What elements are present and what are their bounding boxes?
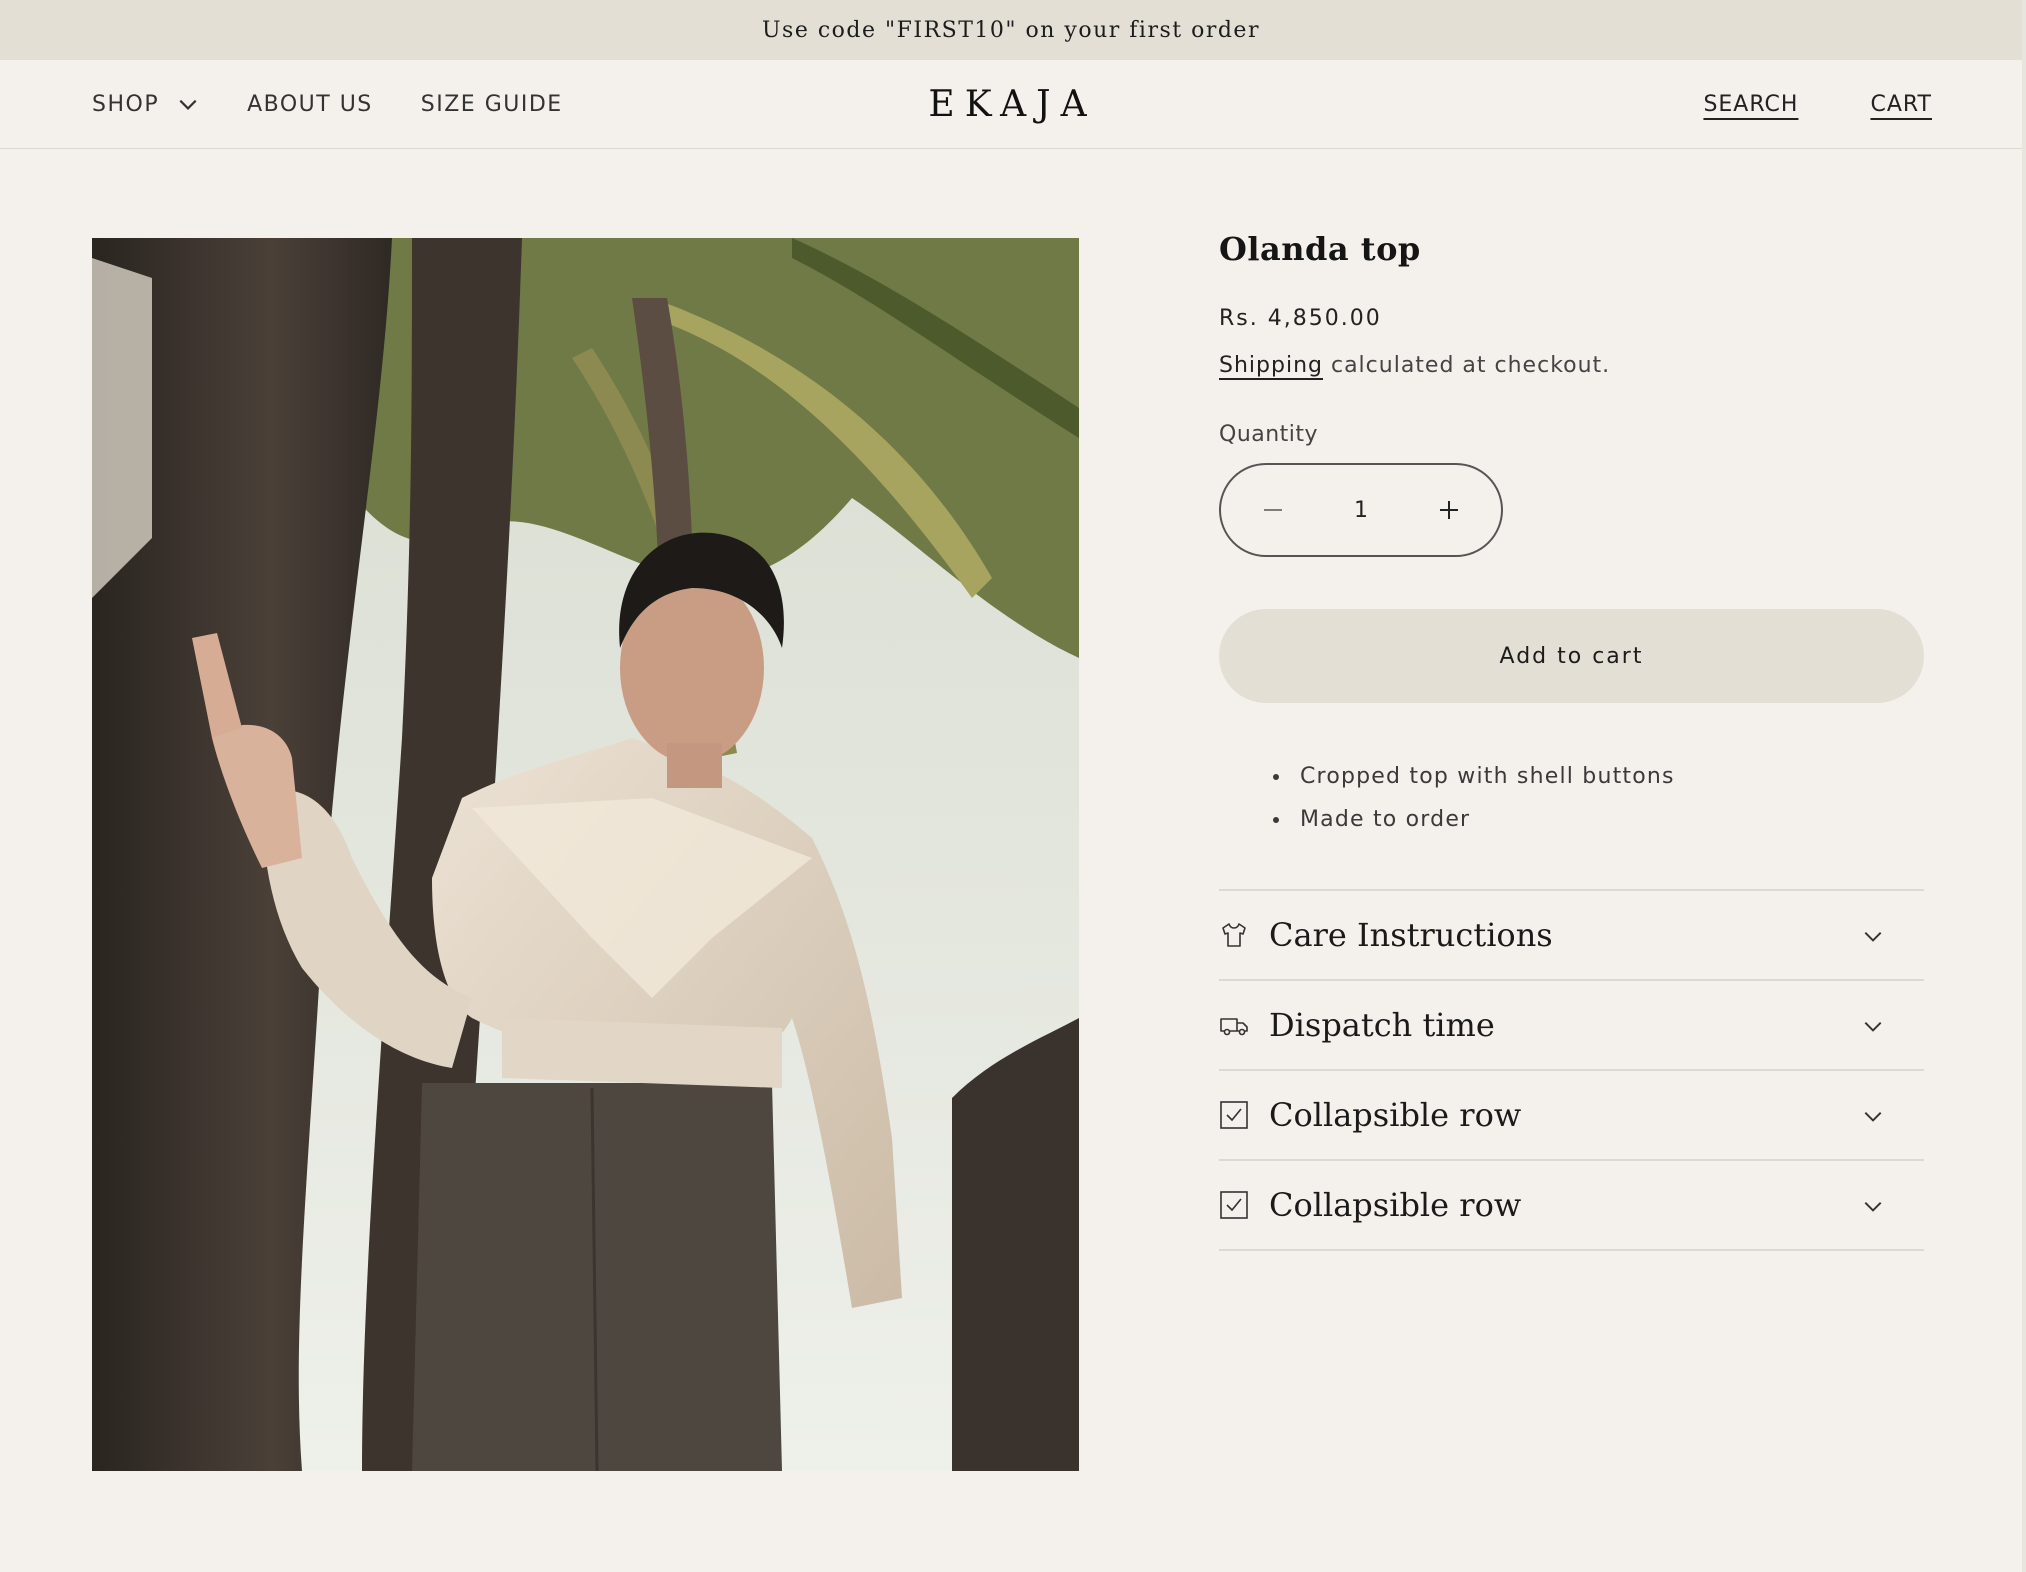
accordion-dispatch-time[interactable]: Dispatch time	[1219, 981, 1924, 1071]
search-link[interactable]: SEARCH	[1703, 92, 1798, 117]
product-title: Olanda top	[1219, 230, 1421, 268]
chevron-down-icon	[1864, 931, 1882, 942]
chevron-down-icon	[1864, 1111, 1882, 1122]
shipping-note: Shipping calculated at checkout.	[1219, 353, 1924, 378]
description-item: Made to order	[1292, 798, 1924, 841]
header-actions: SEARCH CART	[1703, 60, 1932, 148]
checkbox-icon	[1220, 1191, 1248, 1219]
nav-shop[interactable]: SHOP	[92, 92, 199, 117]
nav-about-label: ABOUT US	[247, 91, 373, 117]
main-nav: SHOP ABOUT US SIZE GUIDE	[92, 60, 563, 148]
quantity-increase-button[interactable]	[1433, 494, 1465, 526]
product-price: Rs. 4,850.00	[1219, 306, 1382, 331]
shipping-text: calculated at checkout.	[1322, 353, 1611, 378]
accordion-label: Care Instructions	[1269, 916, 1553, 954]
accordion-collapsible-row-1[interactable]: Collapsible row	[1219, 1071, 1924, 1161]
nav-size-guide-label: SIZE GUIDE	[420, 91, 563, 117]
accordion-collapsible-row-2[interactable]: Collapsible row	[1219, 1161, 1924, 1251]
chevron-down-icon	[179, 99, 197, 110]
product-description: Cropped top with shell buttons Made to o…	[1219, 755, 1924, 841]
announcement-bar: Use code "FIRST10" on your first order	[0, 0, 2022, 60]
quantity-label: Quantity	[1219, 422, 1319, 447]
site-logo[interactable]: EKAJA	[920, 60, 1105, 148]
announcement-text: Use code "FIRST10" on your first order	[762, 17, 1260, 43]
site-header: SHOP ABOUT US SIZE GUIDE EKAJA SEARCH CA…	[0, 60, 2022, 149]
accordion-care-instructions[interactable]: Care Instructions	[1219, 891, 1924, 981]
chevron-down-icon	[1864, 1021, 1882, 1032]
truck-icon	[1220, 1018, 1248, 1036]
product-accordion: Care Instructions Dispatch time Collapsi…	[1219, 889, 1924, 1251]
product-info: Olanda top Rs. 4,850.00 Shipping calcula…	[1219, 230, 1924, 1251]
quantity-input[interactable]: 1	[1354, 498, 1368, 523]
accordion-label: Dispatch time	[1269, 1006, 1495, 1044]
plus-icon	[1440, 501, 1458, 519]
checkbox-icon	[1220, 1101, 1248, 1129]
scrollbar[interactable]	[2022, 0, 2026, 1572]
quantity-decrease-button[interactable]	[1257, 494, 1289, 526]
product-image[interactable]	[92, 238, 1079, 1471]
accordion-label: Collapsible row	[1269, 1186, 1522, 1224]
tshirt-icon	[1222, 923, 1246, 947]
accordion-label: Collapsible row	[1269, 1096, 1522, 1134]
product-photo-graphic	[92, 238, 1079, 1471]
add-to-cart-button[interactable]: Add to cart	[1219, 609, 1924, 703]
nav-about-us[interactable]: ABOUT US	[247, 92, 373, 117]
cart-link[interactable]: CART	[1870, 92, 1932, 117]
minus-icon	[1264, 509, 1282, 511]
description-item: Cropped top with shell buttons	[1292, 755, 1924, 798]
shipping-link[interactable]: Shipping	[1219, 353, 1323, 378]
chevron-down-icon	[1864, 1201, 1882, 1212]
nav-size-guide[interactable]: SIZE GUIDE	[421, 92, 563, 117]
quantity-stepper: 1	[1219, 463, 1503, 557]
nav-shop-label: SHOP	[92, 91, 160, 117]
